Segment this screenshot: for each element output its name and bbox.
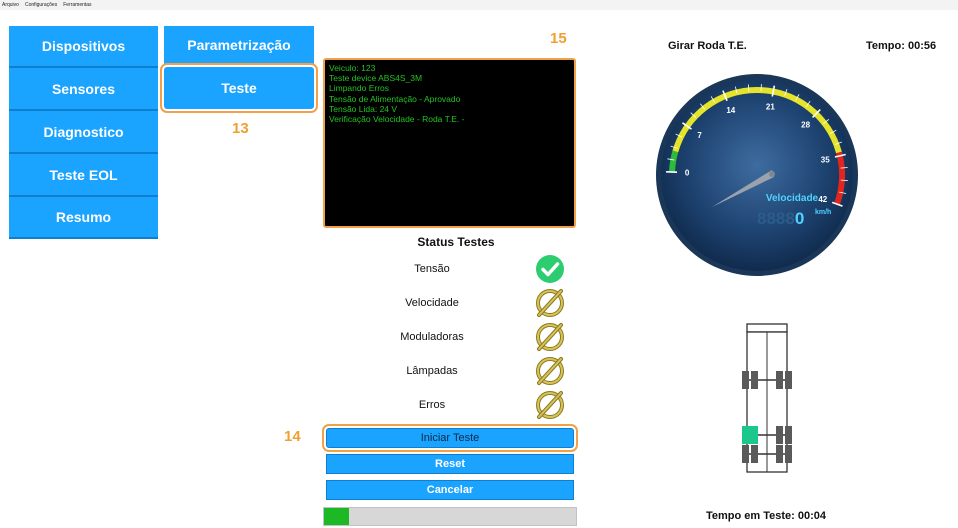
log-line: Teste device ABS4S_3M	[329, 73, 423, 84]
status-label-moduladoras: Moduladoras	[400, 331, 464, 343]
start-test-button[interactable]: Iniciar Teste	[322, 424, 578, 452]
test-duration: Tempo em Teste: 00:04	[706, 510, 827, 522]
nav-sensores[interactable]: Sensores	[9, 68, 158, 111]
log-console: Veiculo: 123 Teste device ABS4S_3M Limpa…	[323, 58, 576, 228]
log-line: Tensão de Alimentação - Aprovado	[329, 93, 461, 104]
nav-resumo[interactable]: Resumo	[9, 197, 158, 239]
callout-14: 14	[284, 428, 301, 445]
gauge-label: Velocidade	[766, 193, 819, 204]
nav-diagnostico[interactable]: Diagnostico	[9, 111, 158, 154]
log-line: Veiculo: 123	[329, 63, 376, 73]
gauge-tick-label: 21	[766, 102, 775, 111]
active-wheel-te	[742, 426, 758, 444]
menu-configuracoes[interactable]: Configurações	[25, 0, 57, 10]
speed-unit: km/h	[815, 209, 831, 216]
gauge-tick-label: 0	[685, 169, 690, 178]
subnav-parametrizacao[interactable]: Parametrização	[164, 26, 314, 64]
gauge-tick-label: 42	[818, 195, 827, 204]
nav-teste-eol[interactable]: Teste EOL	[9, 154, 158, 197]
gauge-needle-hub	[769, 171, 775, 177]
menu-arquivo[interactable]: Arquivo	[2, 0, 19, 10]
gauge-tick-label: 14	[726, 106, 735, 115]
axle-diagram	[742, 323, 792, 473]
menu-bar: Arquivo Configurações Ferramentas	[0, 0, 92, 10]
top-strip	[0, 0, 958, 10]
gauge-header: Girar Roda T.E.	[668, 40, 747, 52]
readout-ghost: 8888	[757, 209, 795, 228]
pending-icon	[536, 323, 564, 351]
status-label-lampadas: Lâmpadas	[406, 365, 458, 377]
log-line: Limpando Erros	[329, 83, 390, 94]
speed-gauge: 0714 21283542 Velocidade 88880 km/h	[656, 74, 858, 276]
menu-ferramentas[interactable]: Ferramentas	[63, 0, 91, 10]
elapsed-timer: Tempo: 00:56	[866, 40, 937, 52]
gauge-arc-green-zone	[669, 150, 679, 173]
readout-value: 0	[795, 209, 804, 228]
gauge-face	[661, 79, 853, 271]
pending-icon	[536, 391, 564, 419]
callout-13: 13	[232, 120, 249, 137]
gauge-tick-label: 35	[821, 155, 830, 164]
progress-fill	[324, 508, 350, 525]
status-label-tensao: Tensão	[414, 263, 450, 275]
pending-icon	[536, 357, 564, 385]
log-line: Verificação Velocidade - Roda T.E. -	[329, 114, 465, 125]
nav-dispositivos[interactable]: Dispositivos	[9, 26, 158, 68]
status-title: Status Testes	[417, 235, 495, 249]
cancel-button[interactable]: Cancelar	[326, 480, 574, 500]
log-line: Tensão Lida: 24 V	[329, 103, 398, 114]
status-label-erros: Erros	[418, 399, 446, 411]
subnav-teste[interactable]: Teste	[160, 63, 318, 113]
gauge-tick-label: 28	[801, 121, 810, 130]
reset-button[interactable]: Reset	[326, 454, 574, 474]
pending-icon	[536, 289, 564, 317]
gauge-tick-label: 7	[697, 131, 702, 140]
check-icon	[536, 255, 564, 283]
callout-15: 15	[550, 30, 567, 47]
progress-bar	[323, 507, 577, 526]
speed-readout: 88880	[757, 209, 804, 228]
status-label-velocidade: Velocidade	[405, 297, 459, 309]
